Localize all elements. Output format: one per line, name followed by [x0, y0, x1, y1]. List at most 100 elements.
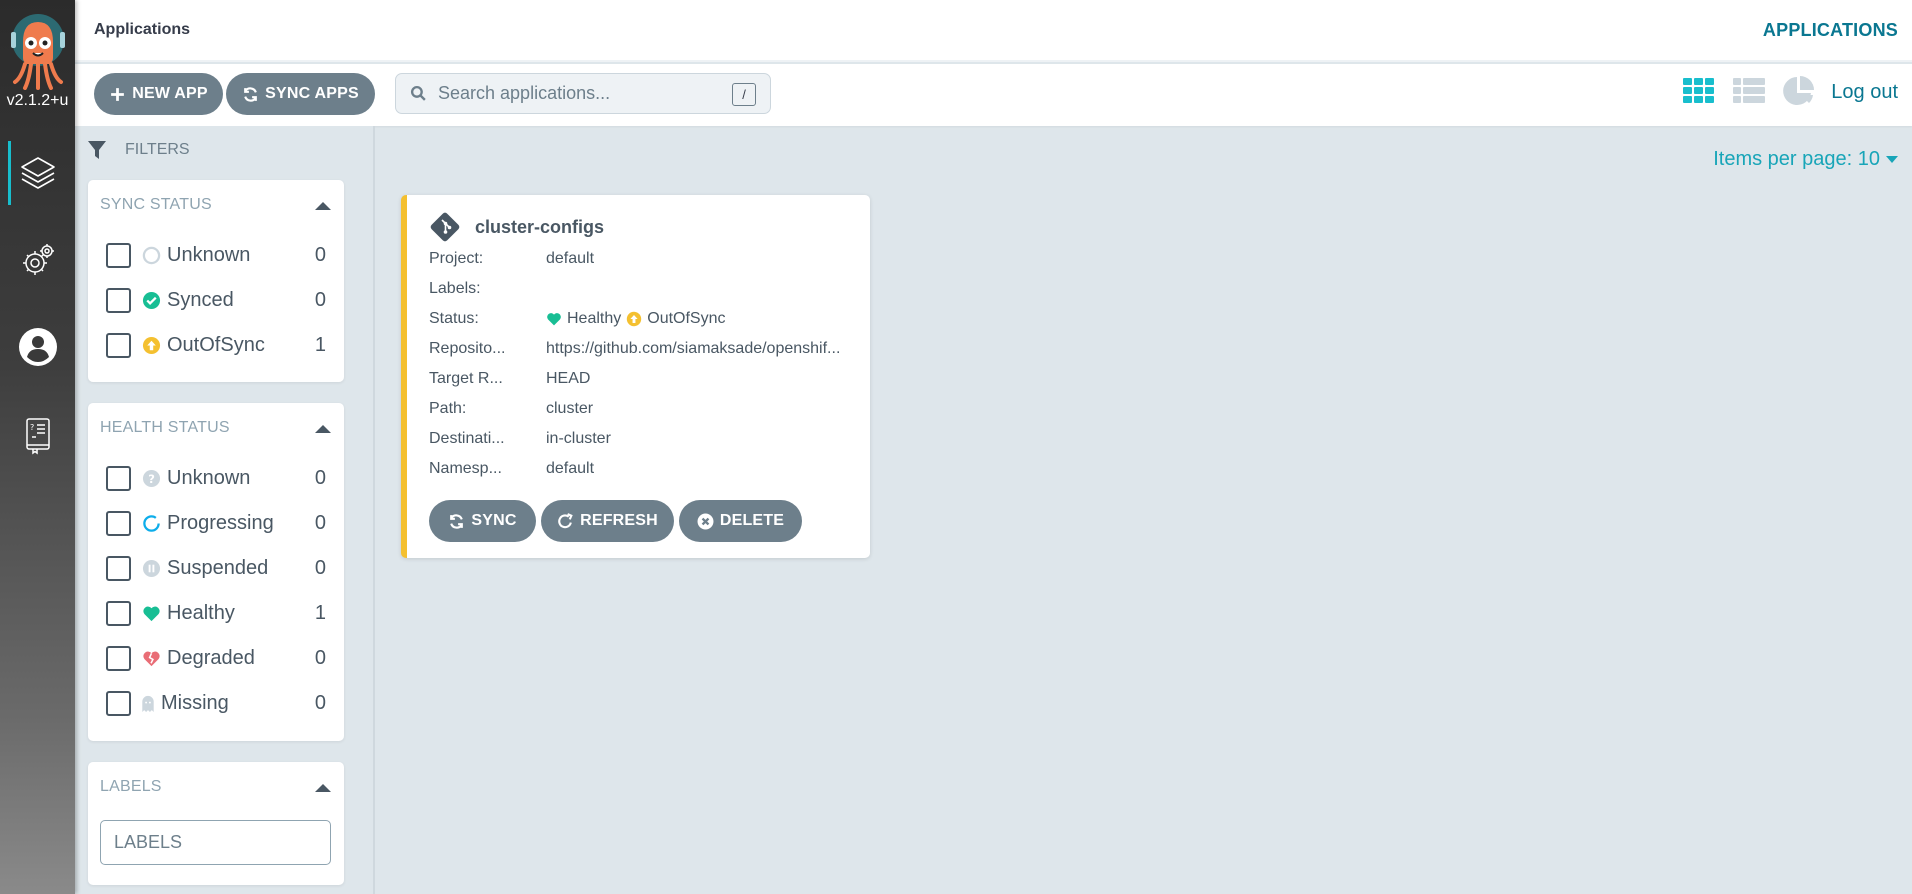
sync-apps-button[interactable]: SYNC APPS: [226, 73, 375, 115]
field-value: in-cluster: [546, 430, 611, 447]
filter-count: 0: [314, 466, 326, 489]
field-key: Labels:: [429, 280, 481, 297]
refresh-button[interactable]: REFRESH: [541, 500, 674, 542]
filter-count: 0: [314, 556, 326, 579]
checkbox[interactable]: [106, 690, 131, 716]
field-key: Status:: [429, 310, 479, 327]
filter-row-health-suspended[interactable]: Suspended 0: [106, 554, 326, 582]
delete-button[interactable]: DELETE: [679, 500, 802, 542]
help-book-icon: ?: [25, 418, 50, 455]
svg-text:?: ?: [148, 471, 155, 485]
app-field-path: Path: cluster: [429, 398, 869, 420]
sync-status-filter: SYNC STATUS Unknown 0 Synced 0 OutOfSync…: [88, 180, 344, 382]
nav-item-user-info[interactable]: [0, 315, 75, 379]
pause-circle-icon: [142, 559, 160, 577]
filter-row-sync-synced[interactable]: Synced 0: [106, 286, 326, 314]
filter-row-health-healthy[interactable]: Healthy 1: [106, 599, 326, 627]
app-name[interactable]: cluster-configs: [475, 217, 604, 238]
checkbox[interactable]: [106, 242, 131, 268]
checkbox[interactable]: [106, 645, 131, 671]
delete-label: DELETE: [719, 512, 785, 529]
nav-item-documentation[interactable]: ?: [0, 403, 75, 467]
sync-status-title: SYNC STATUS: [100, 196, 212, 213]
filter-count: 0: [314, 288, 326, 311]
spinner-icon: [142, 514, 160, 532]
checkbox[interactable]: [106, 600, 131, 626]
sync-icon: [244, 86, 258, 102]
nav-item-settings[interactable]: [0, 228, 75, 292]
arrow-up-circle-icon: [627, 311, 642, 327]
search-box[interactable]: /: [395, 73, 771, 114]
refresh-icon: [558, 512, 573, 528]
items-per-page-dropdown[interactable]: Items per page: 10: [1713, 148, 1898, 171]
new-app-button[interactable]: NEW APP: [94, 73, 223, 115]
sync-button[interactable]: SYNC: [429, 500, 536, 542]
checkbox[interactable]: [106, 555, 131, 581]
refresh-label: REFRESH: [580, 512, 658, 529]
filters-header: FILTERS: [87, 140, 190, 160]
filter-row-sync-unknown[interactable]: Unknown 0: [106, 241, 326, 269]
collapse-caret-icon[interactable]: [315, 202, 331, 210]
nav-item-applications[interactable]: [0, 141, 75, 205]
checkbox[interactable]: [106, 287, 131, 313]
filter-label: OutOfSync: [167, 333, 265, 356]
top-header: Applications APPLICATIONS: [75, 0, 1912, 62]
logout-link[interactable]: Log out: [1831, 81, 1898, 104]
filter-row-health-progressing[interactable]: Progressing 0: [106, 509, 326, 537]
caret-down-icon: [1886, 156, 1898, 163]
filter-label: Missing: [161, 691, 229, 714]
application-tile[interactable]: cluster-configs Project: default Labels:…: [401, 195, 870, 558]
filter-row-sync-outofsync[interactable]: OutOfSync 1: [106, 331, 326, 359]
field-value: default: [546, 250, 595, 267]
times-circle-icon: [697, 513, 714, 529]
filters-title: FILTERS: [125, 141, 190, 158]
question-circle-icon: ?: [142, 469, 160, 487]
sync-icon: [450, 513, 464, 529]
toolbar: NEW APP SYNC APPS / Log out: [75, 64, 1912, 126]
check-circle-icon: [142, 291, 160, 309]
field-value: cluster: [546, 400, 594, 417]
filter-count: 0: [314, 243, 326, 266]
broken-heart-icon: [142, 651, 160, 666]
tiles-view-icon[interactable]: [1682, 74, 1716, 108]
search-icon: [410, 85, 426, 101]
filter-label: Degraded: [167, 646, 255, 669]
field-key: Destinati...: [429, 430, 505, 447]
checkbox[interactable]: [106, 465, 131, 491]
checkbox[interactable]: [106, 332, 131, 358]
summary-view-icon[interactable]: [1782, 74, 1816, 108]
list-view-icon[interactable]: [1732, 74, 1766, 108]
field-key: Target R...: [429, 370, 503, 387]
labels-input[interactable]: [100, 820, 331, 865]
app-field-labels: Labels:: [429, 278, 869, 300]
field-key: Project:: [429, 250, 484, 267]
applications-breadcrumb-link[interactable]: APPLICATIONS: [1763, 20, 1898, 41]
app-field-status: Status: Healthy OutOfSync: [429, 308, 869, 330]
health-status-filter: HEALTH STATUS ? Unknown 0 Progressing 0 …: [88, 403, 344, 741]
app-field-repository: Reposito... https://github.com/siamaksad…: [429, 338, 869, 360]
new-app-label: NEW APP: [132, 85, 208, 102]
filter-icon: [88, 141, 106, 159]
filter-count: 0: [314, 691, 326, 714]
filter-row-health-unknown[interactable]: ? Unknown 0: [106, 464, 326, 492]
field-key: Path:: [429, 400, 467, 417]
filter-row-health-missing[interactable]: Missing 0: [106, 689, 326, 717]
health-status: Healthy: [567, 310, 622, 327]
field-value: https://github.com/siamaksade/openshif..…: [546, 340, 841, 357]
filter-count: 0: [314, 646, 326, 669]
search-input[interactable]: [438, 83, 728, 104]
sync-apps-label: SYNC APPS: [265, 85, 359, 102]
app-field-namespace: Namesp... default: [429, 458, 869, 480]
filter-row-health-degraded[interactable]: Degraded 0: [106, 644, 326, 672]
sync-status: OutOfSync: [647, 310, 726, 327]
collapse-caret-icon[interactable]: [315, 784, 331, 792]
collapse-caret-icon[interactable]: [315, 425, 331, 433]
layers-icon: [20, 157, 55, 189]
field-value: Healthy OutOfSync: [546, 310, 869, 328]
filter-label: Suspended: [167, 556, 269, 579]
svg-text:?: ?: [30, 423, 34, 432]
user-circle-icon: [18, 328, 57, 366]
filter-label: Unknown: [167, 466, 251, 489]
argo-logo-icon[interactable]: [9, 12, 67, 90]
checkbox[interactable]: [106, 510, 131, 536]
